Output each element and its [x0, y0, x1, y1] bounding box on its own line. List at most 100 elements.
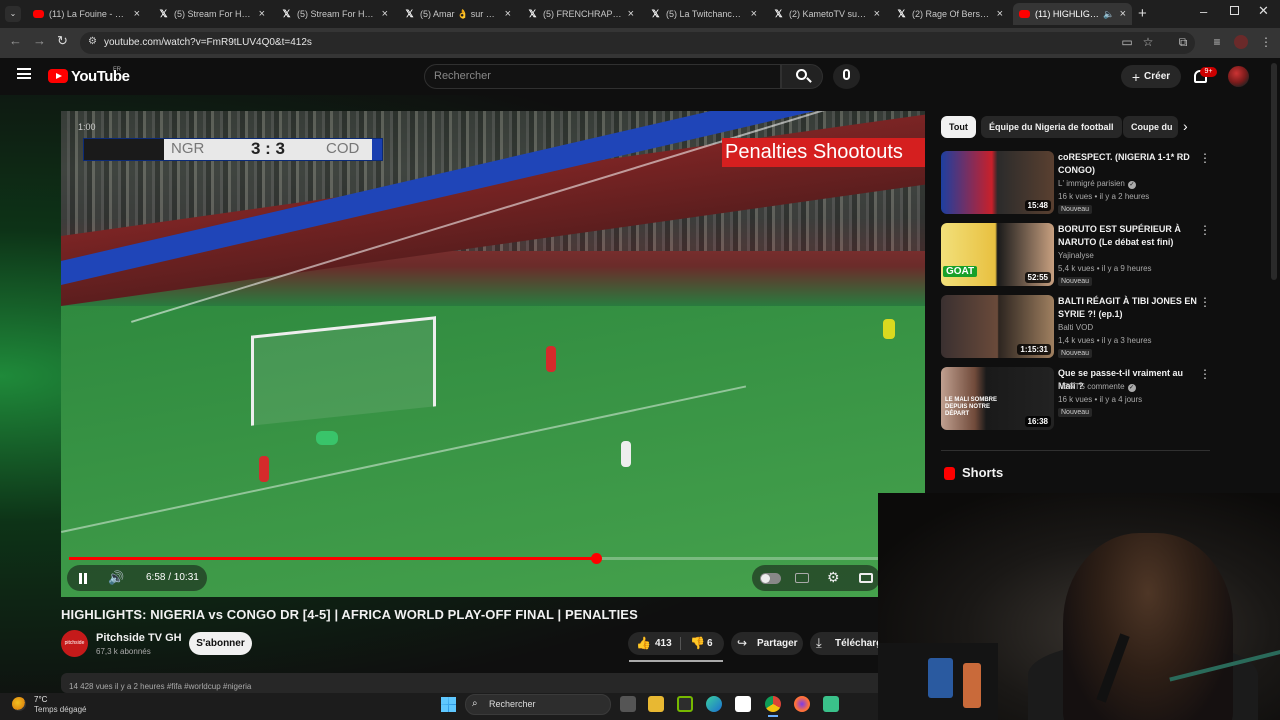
chip-cup[interactable]: Coupe du	[1123, 116, 1178, 138]
close-window-button[interactable]: ✕	[1258, 3, 1269, 19]
video-duration: 52:55	[1024, 272, 1051, 283]
taskbar-search-box[interactable]	[465, 694, 611, 715]
video-thumbnail[interactable]: 15:48	[941, 151, 1054, 214]
autoplay-toggle[interactable]	[760, 573, 781, 584]
guide-menu-icon[interactable]	[17, 68, 31, 79]
store-icon[interactable]	[735, 696, 751, 712]
new-tab-button[interactable]: +	[1138, 5, 1147, 22]
tab-close-icon[interactable]: ×	[997, 8, 1003, 20]
channel-avatar[interactable]: pitchside	[61, 630, 88, 657]
pause-icon[interactable]	[72, 567, 94, 589]
volume-icon[interactable]: 🔊	[108, 570, 124, 586]
minimize-button[interactable]: –	[1200, 4, 1207, 19]
weather-temperature[interactable]: 7°C	[34, 695, 47, 704]
browser-tab[interactable]: 𝕏 (2) Rage Of Berserk s ×	[890, 3, 1009, 25]
video-channel[interactable]: Yajinalyse	[1058, 251, 1094, 260]
file-explorer-icon[interactable]	[648, 696, 664, 712]
browser-tab[interactable]: (11) La Fouine - Crim ×	[27, 3, 146, 25]
windows-start-icon[interactable]	[441, 697, 456, 712]
sidebar-video-item[interactable]: GOAT 52:55 BORUTO EST SUPÉRIEUR À NARUTO (…	[941, 223, 1211, 287]
more-options-icon[interactable]: ⋮	[1199, 223, 1211, 237]
voice-search-button[interactable]	[833, 64, 860, 89]
thumbs-down-icon[interactable]: 👎	[690, 636, 705, 650]
browser-tab[interactable]: (11) HIGHLIGHTS 🔈 ×	[1013, 3, 1132, 25]
chrome-icon[interactable]	[765, 696, 781, 712]
progress-scrubber[interactable]	[591, 553, 602, 564]
more-options-icon[interactable]: ⋮	[1199, 151, 1211, 165]
subtitles-icon[interactable]	[795, 573, 809, 583]
thumbs-up-icon[interactable]: 👍	[636, 636, 651, 650]
media-control-icon[interactable]: ≡	[1210, 35, 1224, 49]
app-icon[interactable]	[823, 696, 839, 712]
dislike-count[interactable]: 6	[707, 638, 713, 649]
create-button[interactable]: + Créer	[1121, 65, 1181, 88]
chip-all[interactable]: Tout	[941, 116, 976, 138]
browser-tab[interactable]: 𝕏 (2) KametoTV sur X : ×	[767, 3, 886, 25]
tab-close-icon[interactable]: ×	[382, 8, 388, 20]
youtube-logo-icon[interactable]	[48, 69, 68, 83]
search-button[interactable]	[781, 64, 823, 89]
more-options-icon[interactable]: ⋮	[1199, 367, 1211, 381]
x-icon: 𝕏	[282, 8, 291, 20]
more-options-icon[interactable]: ⋮	[1199, 295, 1211, 309]
firefox-icon[interactable]	[794, 696, 810, 712]
settings-gear-icon[interactable]: ⚙	[827, 569, 840, 586]
like-count[interactable]: 413	[655, 638, 672, 649]
browser-menu-icon[interactable]: ⋮	[1259, 35, 1273, 49]
new-badge: Nouveau	[1058, 277, 1093, 286]
tab-close-icon[interactable]: ×	[259, 8, 265, 20]
forward-icon[interactable]: →	[33, 33, 46, 48]
browser-tab[interactable]: 𝕏 (5) La Twitchance sur ×	[644, 3, 763, 25]
install-app-icon[interactable]: ▭	[1120, 35, 1134, 49]
video-title[interactable]: BALTI RÉAGIT À TIBI JONES EN SYRIE ?! (e…	[1058, 295, 1198, 321]
description-box[interactable]: 14 428 vues il y a 2 heures #fifa #world…	[61, 673, 925, 693]
maximize-button[interactable]	[1230, 6, 1239, 15]
video-channel[interactable]: HERTS commente ✓	[1058, 382, 1136, 392]
tab-close-icon[interactable]: ×	[505, 8, 511, 20]
chip-nigeria-team[interactable]: Équipe du Nigeria de football	[981, 116, 1122, 138]
browser-tab[interactable]: 𝕏 (5) Stream For Human ×	[275, 3, 394, 25]
sidebar-video-item[interactable]: 1:15:31 BALTI RÉAGIT À TIBI JONES EN SYRI…	[941, 295, 1211, 359]
sidebar-video-item[interactable]: 15:48 coRESPECT. (NIGERIA 1-1* RD CONGO) L…	[941, 151, 1211, 215]
profile-icon[interactable]	[1234, 35, 1248, 49]
scoreboard-score: 3 : 3	[251, 139, 286, 158]
tab-search-button[interactable]: ⌄	[5, 6, 21, 22]
video-title[interactable]: BORUTO EST SUPÉRIEUR À NARUTO (Le débat …	[1058, 223, 1198, 249]
extensions-icon[interactable]: ⧉	[1176, 35, 1190, 49]
tab-close-icon[interactable]: ×	[1120, 8, 1126, 20]
task-view-icon[interactable]	[620, 696, 636, 712]
video-thumbnail[interactable]: LE MALI SOMBRE DEPUIS NOTRE DÉPART 16:38	[941, 367, 1054, 430]
reload-icon[interactable]: ↻	[57, 33, 68, 49]
channel-name[interactable]: Pitchside TV GH	[96, 632, 182, 644]
chevron-right-icon[interactable]: ›	[1183, 118, 1188, 134]
tab-audio-icon[interactable]: 🔈	[1103, 9, 1114, 20]
video-thumbnail[interactable]: 1:15:31	[941, 295, 1054, 358]
browser-tab-title: (5) Stream For Human	[174, 9, 254, 19]
browser-tab[interactable]: 𝕏 (5) FRENCHRAPUS sur ×	[521, 3, 640, 25]
site-info-icon[interactable]: ⚙	[88, 36, 97, 47]
bookmark-star-icon[interactable]: ☆	[1141, 35, 1155, 49]
edge-icon[interactable]	[706, 696, 722, 712]
tab-close-icon[interactable]: ×	[874, 8, 880, 20]
video-player[interactable]: 1:00 NGR 3 : 3 COD Penalties Shootouts	[61, 111, 925, 597]
share-arrow-icon: ↪	[737, 636, 748, 650]
sidebar-video-item[interactable]: LE MALI SOMBRE DEPUIS NOTRE DÉPART 16:38 Q…	[941, 367, 1211, 431]
thumbnail-caption: LE MALI SOMBRE DEPUIS NOTRE DÉPART	[945, 397, 997, 417]
account-avatar[interactable]	[1228, 66, 1249, 87]
weather-moon-icon[interactable]	[12, 697, 26, 711]
tab-close-icon[interactable]: ×	[628, 8, 634, 20]
nvidia-icon[interactable]	[677, 696, 693, 712]
tab-close-icon[interactable]: ×	[134, 8, 140, 20]
video-title[interactable]: coRESPECT. (NIGERIA 1-1* RD CONGO)	[1058, 151, 1198, 177]
video-thumbnail[interactable]: GOAT 52:55	[941, 223, 1054, 286]
subscribe-button[interactable]: S'abonner	[189, 632, 252, 655]
video-channel[interactable]: Balti VOD	[1058, 323, 1093, 332]
tab-close-icon[interactable]: ×	[751, 8, 757, 20]
miniplayer-icon[interactable]	[859, 573, 873, 583]
browser-tab[interactable]: 𝕏 (5) Stream For Human ×	[152, 3, 271, 25]
video-channel[interactable]: L' immigré parisien ✓	[1058, 179, 1136, 189]
browser-tab[interactable]: 𝕏 (5) Amar 👌 sur X : " ×	[398, 3, 517, 25]
page-scrollbar[interactable]	[1271, 63, 1277, 280]
weather-description[interactable]: Temps dégagé	[34, 705, 86, 714]
back-icon[interactable]: ←	[9, 33, 22, 48]
